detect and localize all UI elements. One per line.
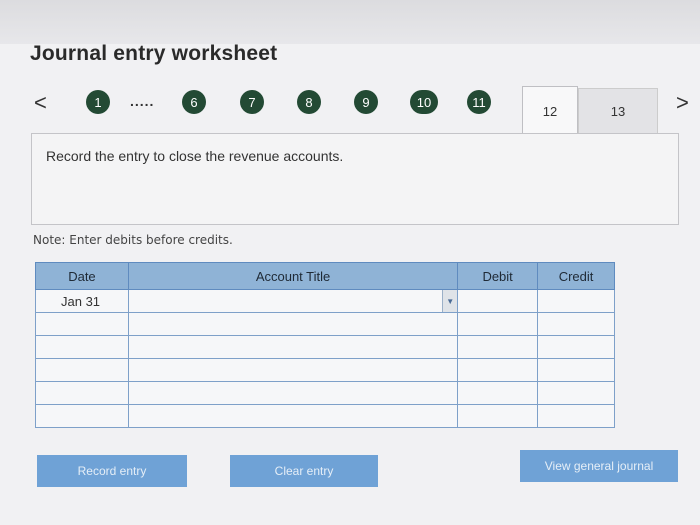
account-title-input[interactable] xyxy=(127,312,459,336)
debit-input[interactable] xyxy=(457,381,539,405)
account-title-input[interactable] xyxy=(127,381,459,405)
tab-13[interactable]: 13 xyxy=(578,88,658,133)
chevron-down-icon[interactable]: ▼ xyxy=(442,290,458,312)
credit-input[interactable] xyxy=(537,312,615,336)
account-title-input[interactable] xyxy=(127,358,459,382)
step-9[interactable]: 9 xyxy=(354,90,378,114)
step-1[interactable]: 1 xyxy=(86,90,110,114)
record-entry-button[interactable]: Record entry xyxy=(37,455,187,487)
account-title-input[interactable] xyxy=(127,404,459,428)
table-row: Jan 31 ▼ xyxy=(35,289,615,313)
tab-12-active[interactable]: 12 xyxy=(522,86,578,135)
date-cell xyxy=(35,358,129,382)
table-row xyxy=(35,381,615,405)
steps-ellipsis: ..... xyxy=(130,93,155,109)
account-title-input[interactable] xyxy=(127,335,459,359)
table-row xyxy=(35,358,615,382)
table-header-row: Date Account Title Debit Credit xyxy=(35,262,615,290)
browser-top-area xyxy=(0,0,700,44)
credit-input[interactable] xyxy=(537,404,615,428)
debit-input[interactable] xyxy=(457,335,539,359)
date-cell xyxy=(35,404,129,428)
instruction-text: Record the entry to close the revenue ac… xyxy=(46,148,344,164)
journal-table: Date Account Title Debit Credit Jan 31 ▼ xyxy=(35,262,615,428)
table-row xyxy=(35,404,615,428)
credit-input[interactable] xyxy=(537,381,615,405)
clear-entry-button[interactable]: Clear entry xyxy=(230,455,378,487)
account-title-select[interactable]: ▼ xyxy=(127,289,459,313)
page-title: Journal entry worksheet xyxy=(30,42,278,65)
date-cell xyxy=(35,335,129,359)
header-credit: Credit xyxy=(537,262,615,290)
credit-input[interactable] xyxy=(537,289,615,313)
view-general-journal-button[interactable]: View general journal xyxy=(520,450,678,482)
date-cell xyxy=(35,381,129,405)
instruction-box xyxy=(31,133,679,225)
step-6[interactable]: 6 xyxy=(182,90,206,114)
table-row xyxy=(35,335,615,359)
date-cell xyxy=(35,312,129,336)
credit-input[interactable] xyxy=(537,335,615,359)
chevron-left-icon[interactable]: < xyxy=(34,90,47,116)
header-account-title: Account Title xyxy=(127,262,459,290)
credit-input[interactable] xyxy=(537,358,615,382)
debit-input[interactable] xyxy=(457,358,539,382)
header-debit: Debit xyxy=(457,262,539,290)
debit-input[interactable] xyxy=(457,289,539,313)
chevron-right-icon[interactable]: > xyxy=(676,90,689,116)
date-cell: Jan 31 xyxy=(35,289,129,313)
header-date: Date xyxy=(35,262,129,290)
step-11[interactable]: 11 xyxy=(467,90,491,114)
step-8[interactable]: 8 xyxy=(297,90,321,114)
note-text: Note: Enter debits before credits. xyxy=(33,233,233,247)
debit-input[interactable] xyxy=(457,404,539,428)
table-row xyxy=(35,312,615,336)
debit-input[interactable] xyxy=(457,312,539,336)
step-7[interactable]: 7 xyxy=(240,90,264,114)
step-10[interactable]: 10 xyxy=(410,90,438,114)
